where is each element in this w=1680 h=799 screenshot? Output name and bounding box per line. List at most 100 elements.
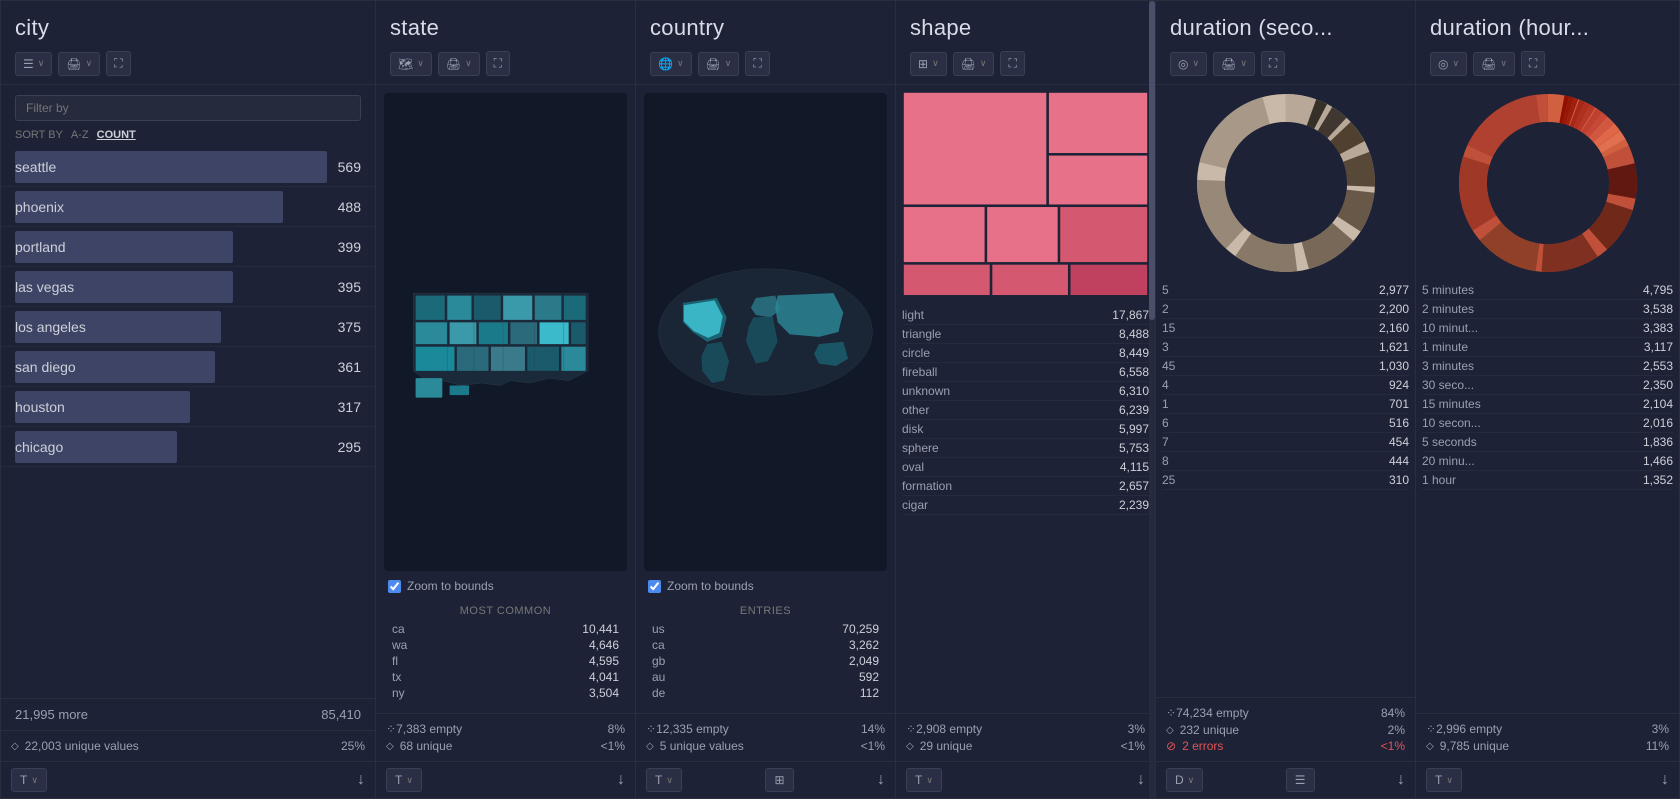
list-item: fl4,595 [388,653,623,669]
city-count-label: 395 [338,279,361,295]
country-print-icon: 🖨 [706,57,721,71]
city-scroll-down[interactable]: ↓ [357,771,365,789]
dur-hour-row-label: 5 seconds [1422,435,1477,449]
country-print-btn[interactable]: 🖨 ∨ [698,52,740,76]
shape-expand-btn[interactable]: ⛶ [1000,51,1024,76]
duration-hour-header: duration (hour... ◎ ∨ 🖨 ∨ ⛶ [1416,1,1679,85]
state-expand-btn[interactable]: ⛶ [486,51,510,76]
expand-btn[interactable]: ⛶ [106,51,130,76]
duration-sec-content: 52,97722,200152,16031,621451,03049241701… [1156,85,1415,697]
filter-input[interactable] [15,95,361,121]
dur-sec-row-value: 2,200 [1379,302,1409,316]
duration-sec-scroll-down[interactable]: ↓ [1397,771,1405,789]
list-item: 10 secon...2,016 [1422,414,1673,433]
country-scroll-down[interactable]: ↓ [877,771,885,789]
dur-sec-row-value: 1,030 [1379,359,1409,373]
list-item[interactable]: houston317 [1,387,375,427]
duration-hour-expand-btn[interactable]: ⛶ [1521,51,1545,76]
country-map[interactable] [644,93,887,571]
list-item: 6516 [1162,414,1409,433]
list-item[interactable]: san diego361 [1,347,375,387]
list-item: 1 hour1,352 [1422,471,1673,490]
sort-bar: SORT BY A-Z COUNT [1,127,375,147]
list-item[interactable]: chicago295 [1,427,375,467]
duration-sec-unique-row: ◇ 232 unique 2% [1166,723,1405,737]
duration-hour-scroll-down[interactable]: ↓ [1661,771,1669,789]
sort-label: SORT BY [15,129,63,141]
state-row-value: 3,504 [589,686,619,700]
duration-hour-print-btn[interactable]: 🖨 ∨ [1473,52,1515,76]
duration-sec-sort-icon: ☰ [1295,773,1306,787]
shape-row-count: 2,239 [1119,498,1149,512]
duration-sec-footer: ⁘ 74,234 empty 84% ◇ 232 unique 2% ⊘ 2 e… [1156,697,1415,761]
state-map[interactable] [384,93,627,571]
shape-type-btn[interactable]: T ∨ [906,768,942,792]
shape-row-count: 4,115 [1120,460,1149,474]
list-item[interactable]: las vegas 395 [1,267,375,307]
country-dots-icon: ⁘ [646,722,656,736]
country-toolbar: 🌐 ∨ 🖨 ∨ ⛶ [650,51,881,76]
state-scroll-down[interactable]: ↓ [617,771,625,789]
dur-sec-row-label: 2 [1162,302,1169,316]
sort-count[interactable]: COUNT [97,129,136,141]
dur-sec-row-value: 1,621 [1379,340,1409,354]
city-name-label: las vegas [15,279,74,295]
country-grid-icon: ⊞ [774,773,784,787]
dur-sec-row-value: 2,977 [1379,283,1409,297]
state-diamond-icon: ◇ [386,741,394,752]
country-row-value: 592 [859,670,879,684]
state-zoom-checkbox[interactable] [388,580,401,593]
dur-hour-row-value: 1,466 [1643,454,1673,468]
country-empty-label: 12,335 empty [656,722,729,736]
duration-sec-donut-btn[interactable]: ◎ ∨ [1170,52,1207,76]
shape-print-btn[interactable]: 🖨 ∨ [953,52,995,76]
list-item[interactable]: los angeles375 [1,307,375,347]
state-map-btn[interactable]: 🗺 ∨ [390,52,432,76]
list-item[interactable]: portland399 [1,227,375,267]
state-row-value: 10,441 [582,622,619,636]
list-item: 2 2,200 [1162,300,1409,319]
dur-hour-row-label: 20 minu... [1422,454,1475,468]
shape-scroll-down[interactable]: ↓ [1137,771,1145,789]
list-item[interactable]: seattle569 [1,147,375,187]
state-title: state [390,15,621,41]
country-globe-btn[interactable]: 🌐 ∨ [650,52,692,76]
city-type-btn[interactable]: T ∨ [11,768,47,792]
country-row-label: gb [652,654,665,668]
country-expand-btn[interactable]: ⛶ [745,51,769,76]
dur-sec-row-label: 3 [1162,340,1169,354]
state-print-icon: 🖨 [446,57,461,71]
shape-empty-row: ⁘ 2,908 empty 3% [906,722,1145,736]
duration-hour-bottom-toolbar: T ∨ ↓ [1416,761,1679,798]
country-type-btn[interactable]: T ∨ [646,768,682,792]
shape-grid-btn[interactable]: ⊞ ∨ [910,52,947,76]
city-name-label: phoenix [15,199,64,215]
duration-hour-type-btn[interactable]: T ∨ [1426,768,1462,792]
duration-sec-d-btn[interactable]: D ∨ [1166,768,1203,792]
shape-row-count: 8,449 [1119,346,1149,360]
duration-sec-expand-btn[interactable]: ⛶ [1261,51,1285,76]
shape-scrollbar[interactable] [1149,85,1155,713]
shape-row-label: light [902,308,924,322]
filter-btn[interactable]: ☰ ∨ [15,52,52,76]
duration-sec-sort-btn[interactable]: ☰ [1286,768,1315,792]
sort-az[interactable]: A-Z [71,129,89,141]
state-type-btn[interactable]: T ∨ [386,768,422,792]
country-zoom-checkbox[interactable] [648,580,661,593]
list-item: 5 seconds1,836 [1422,433,1673,452]
country-row-value: 2,049 [849,654,879,668]
country-zoom-label: Zoom to bounds [667,579,754,593]
list-item: us70,259 [648,621,883,637]
list-item: 8444 [1162,452,1409,471]
state-expand-icon: ⛶ [494,56,502,71]
shape-row-count: 6,310 [1119,384,1149,398]
duration-hour-donut-btn[interactable]: ◎ ∨ [1430,52,1467,76]
country-grid-btn[interactable]: ⊞ [765,768,793,792]
shape-empty-pct: 3% [1128,722,1145,736]
city-name-label: seattle [15,159,56,175]
list-item[interactable]: phoenix488 [1,187,375,227]
duration-sec-print-btn[interactable]: 🖨 ∨ [1213,52,1255,76]
country-row-value: 112 [860,686,879,700]
state-print-btn[interactable]: 🖨 ∨ [438,52,480,76]
print-btn[interactable]: 🖨 ∨ [58,52,100,76]
